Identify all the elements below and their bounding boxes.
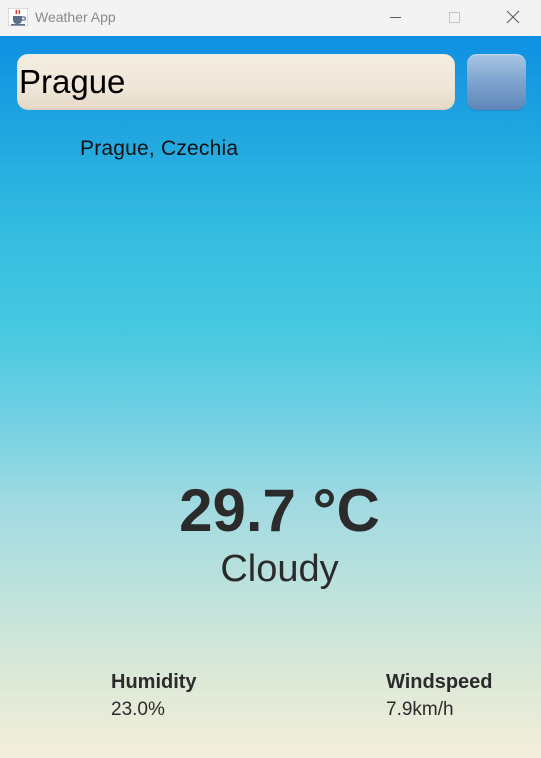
title-bar[interactable]: Weather App [0, 0, 541, 36]
windspeed-label: Windspeed [386, 671, 493, 693]
weather-app-window: Weather App Prague, Czechia 29.7 °C Clou… [0, 0, 541, 758]
close-icon [506, 10, 520, 24]
location-label: Prague, Czechia [80, 137, 239, 160]
close-button[interactable] [483, 0, 541, 36]
humidity-value: 23.0% [111, 699, 165, 720]
windspeed-value: 7.9km/h [386, 699, 454, 720]
java-cup-icon [7, 7, 29, 27]
window-title: Weather App [35, 9, 116, 25]
weather-panel: Prague, Czechia 29.7 °C Cloudy Humidity … [0, 36, 541, 758]
humidity-label: Humidity [111, 671, 197, 693]
weather-condition: Cloudy [220, 548, 339, 590]
minimize-button[interactable] [367, 0, 425, 36]
temperature-value: 29.7 °C [179, 477, 380, 544]
maximize-button[interactable] [425, 0, 483, 36]
minimize-icon [390, 17, 401, 18]
maximize-icon [449, 12, 460, 23]
search-button[interactable] [467, 54, 526, 110]
city-search-input[interactable] [17, 54, 455, 110]
